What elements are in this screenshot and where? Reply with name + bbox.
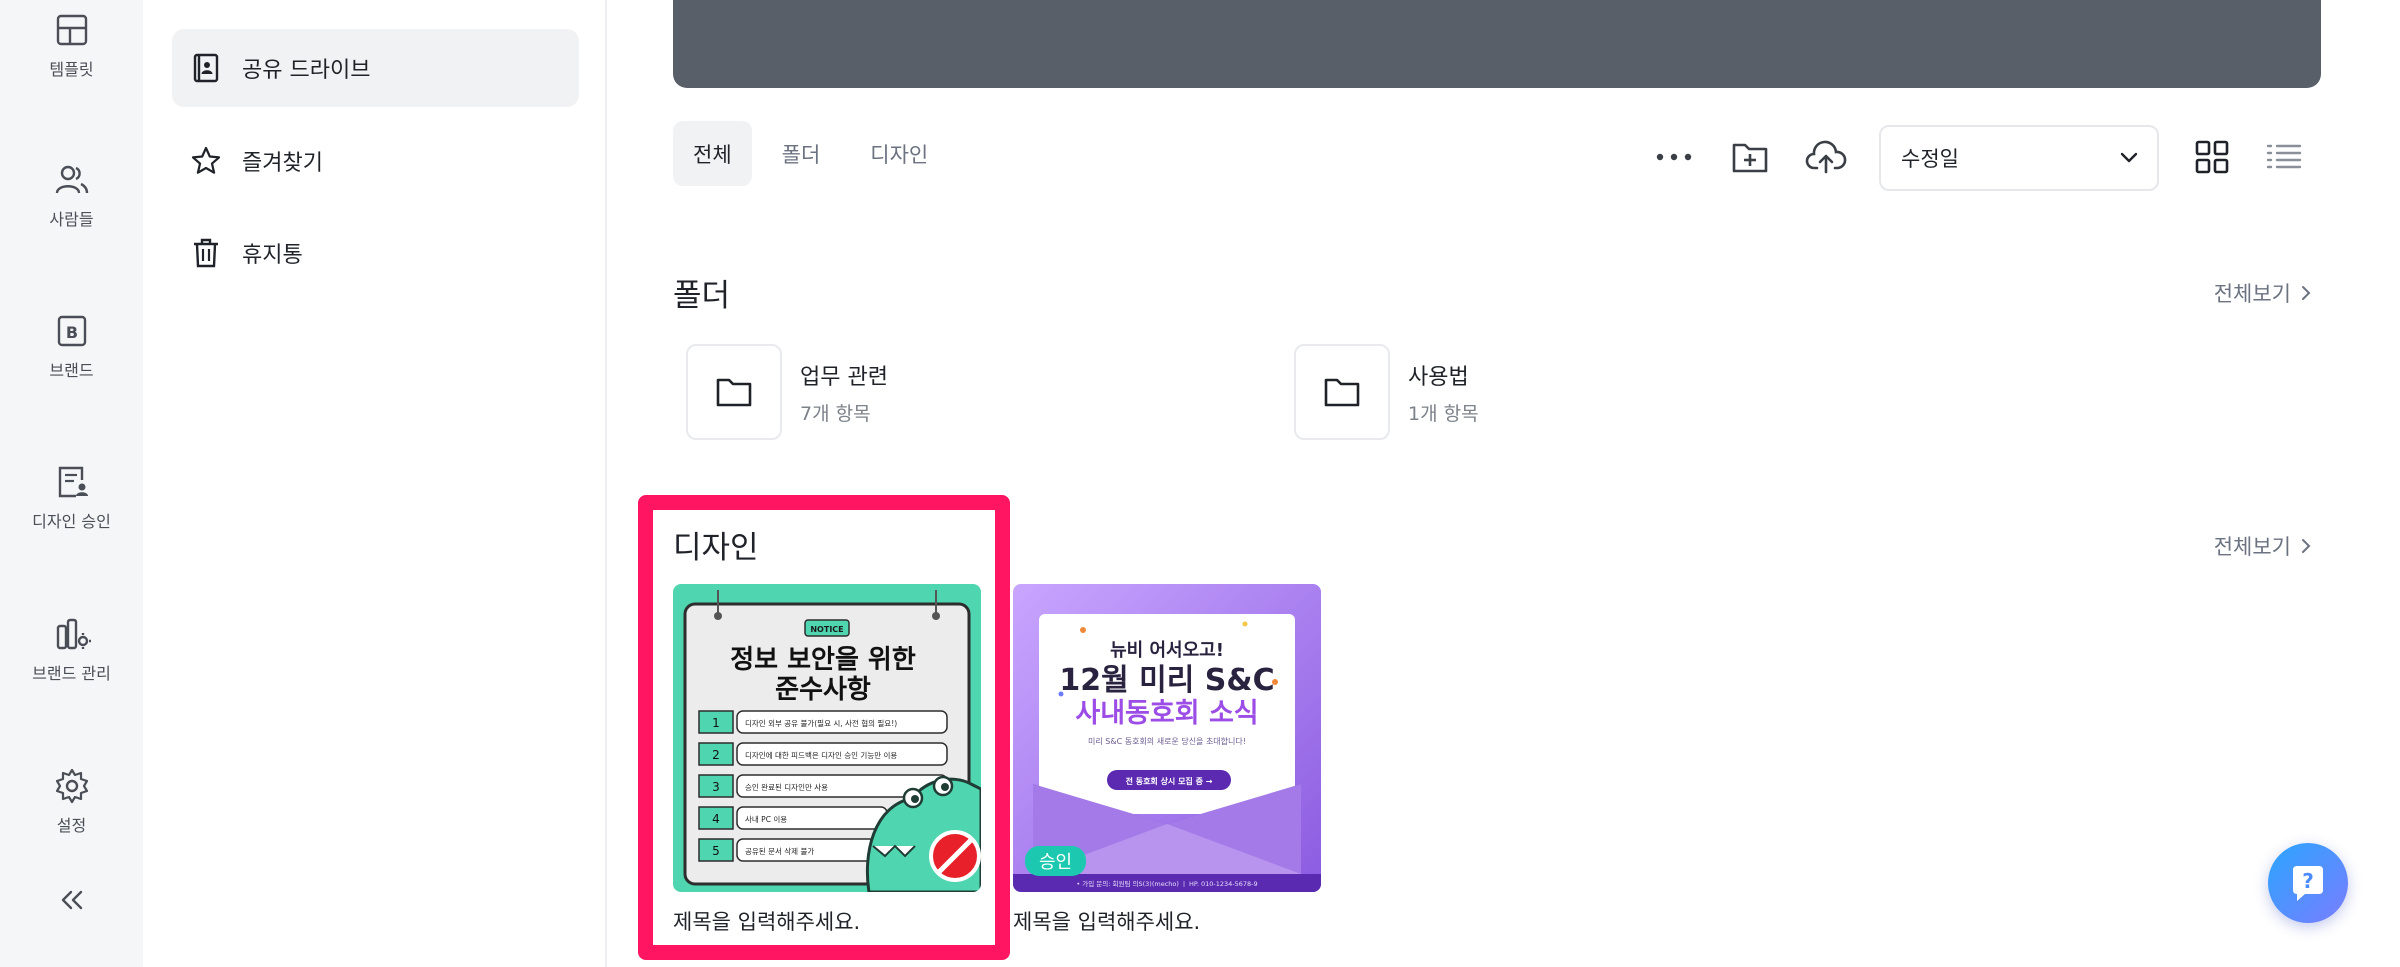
folder-icon-box [1294, 344, 1390, 440]
poster-line-3: 사내동호회 소식 [1075, 698, 1258, 729]
poster-rule-text: 디자인 외부 공유 불가(필요 시, 사전 협의 필요!) [745, 718, 897, 728]
shared-drive-icon [193, 53, 219, 83]
chevron-right-icon [2302, 539, 2311, 553]
folder-name: 사용법 [1408, 364, 1469, 390]
notice-poster-image: NOTICE 정보 보안을 위한 준수사항 1 디자인 외부 공유 불가(필요 … [673, 584, 981, 892]
folder-name: 업무 관련 [800, 364, 888, 390]
rail-item-design-approval[interactable]: 디자인 승인 [0, 462, 143, 532]
poster-rule-number: 5 [712, 844, 720, 858]
tab-all[interactable]: 전체 [673, 121, 752, 186]
nav-label: 휴지통 [242, 243, 303, 268]
sort-select[interactable]: 수정일 [1879, 125, 2159, 191]
design-thumbnail: 뉴비 어서오고! 12월 미리 S&C 사내동호회 소식 미리 S&C 동호회의… [1013, 584, 1321, 892]
help-chat-icon: ? [2293, 866, 2323, 901]
approved-badge: 승인 [1025, 846, 1087, 876]
people-icon [55, 165, 88, 194]
chevron-down-icon [2120, 152, 2138, 163]
tab-design[interactable]: 디자인 [850, 121, 948, 186]
design-thumbnail: NOTICE 정보 보안을 위한 준수사항 1 디자인 외부 공유 불가(필요 … [673, 584, 981, 892]
poster-rule-number: 1 [712, 716, 720, 730]
folder-count: 1개 항목 [1408, 402, 1479, 425]
poster-footer: • 가입 문의: 회원팀 의S(3)(mecho) ㅣ HP. 010-1234… [1076, 879, 1257, 888]
upload-button[interactable] [1799, 130, 1853, 184]
rail-item-brand-manage[interactable]: 브랜드 관리 [0, 614, 143, 684]
rail-label: 브랜드 관리 [32, 664, 111, 683]
trash-icon [194, 238, 218, 268]
more-icon [1656, 153, 1692, 161]
see-all-label: 전체보기 [2213, 282, 2291, 306]
design-title: 제목을 입력해주세요. [1013, 910, 1201, 934]
upload-cloud-icon [1805, 140, 1847, 174]
double-chevron-left-icon [61, 890, 83, 910]
rail-item-brand[interactable]: B 브랜드 [0, 311, 143, 381]
nav-label: 공유 드라이브 [242, 58, 371, 83]
help-chat-button[interactable]: ? [2268, 843, 2348, 923]
poster-line-2: 12월 미리 S&C [1059, 663, 1274, 698]
left-rail: 템플릿 사람들 B 브랜드 디자인 승인 브랜드 관리 설정 [0, 0, 143, 967]
poster-rule-number: 4 [712, 812, 720, 826]
grid-view-button[interactable] [2185, 130, 2239, 184]
folders-see-all-link[interactable]: 전체보기 [2214, 278, 2311, 308]
nav-item-favorites[interactable]: 즐겨찾기 [172, 122, 579, 200]
gear-icon [55, 768, 88, 804]
brand-icon: B [57, 315, 86, 347]
new-folder-button[interactable] [1723, 130, 1777, 184]
poster-headline-2: 준수사항 [775, 675, 871, 705]
poster-headline-1: 정보 보안을 위한 [730, 645, 916, 675]
poster-rule-text: 디자인에 대한 피드백은 디자인 승인 기능만 이용 [745, 750, 897, 760]
folder-count: 7개 항목 [800, 402, 871, 425]
folder-card[interactable]: 사용법 1개 항목 [1294, 344, 1479, 440]
sort-value: 수정일 [1901, 147, 1959, 171]
chevron-right-icon [2302, 286, 2311, 300]
rail-label: 설정 [56, 816, 87, 835]
list-view-button[interactable] [2257, 130, 2311, 184]
folder-card[interactable]: 업무 관련 7개 항목 [686, 344, 888, 440]
grid-view-icon [2195, 140, 2229, 174]
design-title: 제목을 입력해주세요. [673, 910, 861, 934]
rail-item-template[interactable]: 템플릿 [0, 10, 143, 80]
folder-icon [1324, 378, 1360, 407]
poster-rule-text: 공유된 문서 삭제 불가 [745, 846, 814, 856]
folder-icon [716, 378, 752, 407]
star-icon [191, 146, 221, 174]
poster-button: 전 동호회 상시 모집 중 → [1126, 776, 1213, 786]
rail-label: 템플릿 [49, 60, 94, 79]
filter-tabs: 전체 폴더 디자인 [673, 121, 958, 186]
rail-label: 사람들 [49, 210, 94, 229]
design-card[interactable]: NOTICE 정보 보안을 위한 준수사항 1 디자인 외부 공유 불가(필요 … [673, 584, 981, 936]
poster-rule-text: 승인 완료된 디자인만 사용 [745, 782, 828, 792]
side-nav: 공유 드라이브 즐겨찾기 휴지통 [143, 0, 607, 967]
poster-rule-number: 3 [712, 780, 720, 794]
folders-section-title: 폴더 [673, 278, 731, 314]
designs-see-all-link[interactable]: 전체보기 [2214, 531, 2311, 561]
new-folder-icon [1732, 143, 1768, 173]
svg-text:B: B [65, 323, 77, 342]
top-banner [673, 0, 2321, 88]
nav-item-trash[interactable]: 휴지통 [172, 214, 579, 292]
folder-icon-box [686, 344, 782, 440]
tab-folder[interactable]: 폴더 [762, 121, 841, 186]
poster-line-1: 뉴비 어서오고! [1110, 640, 1224, 661]
list-view-icon [2266, 144, 2302, 169]
brand-manage-icon [56, 618, 91, 650]
rail-item-settings[interactable]: 설정 [0, 766, 143, 836]
rail-label: 브랜드 [49, 361, 94, 380]
rail-collapse-button[interactable] [50, 880, 94, 920]
poster-rule-text: 사내 PC 이용 [745, 814, 787, 824]
designs-section-title: 디자인 [673, 530, 759, 566]
template-icon [56, 14, 87, 46]
design-card[interactable]: 뉴비 어서오고! 12월 미리 S&C 사내동호회 소식 미리 S&C 동호회의… [1013, 584, 1321, 936]
poster-tag: NOTICE [810, 625, 843, 634]
design-approval-icon [58, 466, 88, 498]
svg-text:?: ? [2302, 869, 2314, 893]
nav-label: 즐겨찾기 [242, 151, 323, 176]
rail-label: 디자인 승인 [32, 512, 111, 531]
see-all-label: 전체보기 [2213, 535, 2291, 559]
nav-item-shared-drive[interactable]: 공유 드라이브 [172, 29, 579, 107]
poster-rule-number: 2 [712, 748, 720, 762]
rail-item-people[interactable]: 사람들 [0, 160, 143, 230]
more-button[interactable] [1647, 130, 1701, 184]
poster-subtext: 미리 S&C 동호회의 새로운 당신을 초대합니다! [1088, 736, 1246, 746]
